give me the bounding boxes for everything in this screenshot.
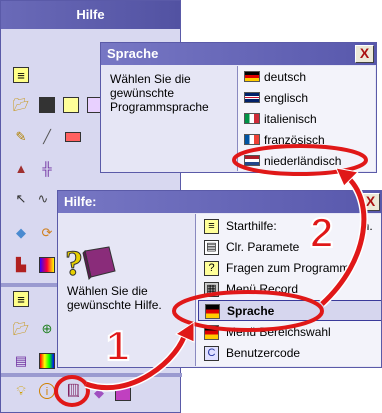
save-icon[interactable] [39,97,55,113]
menu-item-label: Sprache [227,304,275,318]
menu-item-label: Clr. Paramete [226,240,300,254]
menu-item-benutzercode[interactable]: C Benutzercode [198,343,381,364]
toolbar-title: Hilfe [1,1,180,29]
menu-item-starthilfe[interactable]: ≡ Starthilfe: in. [198,216,381,237]
chart-icon[interactable]: ▲ [13,161,29,177]
step-number-1: 1 [105,322,130,369]
hilfe-menu-list: ≡ Starthilfe: in. ▤ Clr. Paramete ? Frag… [195,214,381,366]
hilfe-prompt: Wählen Sie die gewünschte Hilfe. [67,284,162,312]
menu-item-label: Menü Record [226,282,299,296]
step-number-2: 2 [309,209,334,256]
language-item-deutsch[interactable]: deutsch [242,67,372,87]
stack-icon[interactable]: ▤ [13,353,29,369]
flag-de-icon [244,71,260,82]
flag-nl-icon [244,155,260,166]
menu-item-label: Fragen zum Programm [226,261,350,275]
spectrum-icon[interactable] [39,353,55,369]
bar-icon[interactable] [65,132,81,142]
language-label: französisch [264,133,325,147]
menu-item-label: Benutzercode [226,346,301,360]
target-icon[interactable]: ⊕ [39,321,55,337]
menu-item-menue-record[interactable]: ▦ Menü Record [198,279,381,300]
menu-item-label: Menü Bereichswahl [226,325,331,339]
square-icon[interactable] [115,385,131,401]
copy-icon[interactable] [63,97,79,113]
pencil-icon[interactable]: ✎ [13,129,29,145]
sprache-prompt: Wählen Sie die gewünschte Programmsprach… [110,72,209,114]
menu-item-suffix: in. [360,219,373,233]
wave-icon[interactable]: ∿ [35,191,51,207]
gradient-icon[interactable] [39,257,55,273]
flag-uk-icon [244,92,260,103]
close-button[interactable]: X [355,45,374,63]
language-label: italienisch [264,112,317,126]
menu-item-fragen[interactable]: ? Fragen zum Programm [198,258,381,279]
sprache-dialog: Sprache X Wählen Sie die gewünschte Prog… [100,42,377,173]
language-list: deutsch englisch italienisch französisch… [237,66,375,171]
code-icon: C [204,346,219,361]
split-icon[interactable]: ╬ [39,161,55,177]
flag-de-icon [205,304,220,319]
rotate-icon[interactable]: ⟳ [39,225,55,241]
sprache-prompt-panel: Wählen Sie die gewünschte Programmsprach… [102,66,235,171]
svg-text:?: ? [65,243,83,281]
sprache-title: Sprache [101,43,376,65]
language-item-niederlaendisch[interactable]: niederländisch [242,151,372,171]
help-book-icon: ? [65,243,116,281]
document-icon: ▤ [204,240,219,255]
cube-icon[interactable]: ◆ [13,225,29,241]
menu-item-sprache[interactable]: Sprache [198,300,381,321]
menu-item-label: Starthilfe: [226,219,277,233]
lightbulb-icon[interactable]: 💡︎ [13,383,29,399]
flag-it-icon [244,113,260,124]
surface-icon[interactable]: ▙ [13,257,29,273]
flag-fr-icon [244,134,260,145]
menu-item-clr-parameter[interactable]: ▤ Clr. Paramete [198,237,381,258]
list-icon[interactable]: ≡ [13,67,29,83]
list-icon[interactable]: ≡ [13,291,29,307]
ruler-icon[interactable]: ╱ [39,129,55,145]
language-item-englisch[interactable]: englisch [242,88,372,108]
list-icon: ≡ [204,219,219,234]
gem-icon[interactable]: ◆ [91,385,107,401]
menu-item-bereichswahl[interactable]: Menü Bereichswahl [198,322,381,343]
language-label: niederländisch [264,154,342,168]
language-item-franzoesisch[interactable]: französisch [242,130,372,150]
folder-open-icon[interactable]: 📂︎ [13,97,30,113]
help-book-icon[interactable]: 📕︎ [65,383,82,399]
cursor-123-icon[interactable]: ↖ [13,191,29,207]
folder-open-icon[interactable]: 📂︎ [13,321,30,337]
close-button[interactable]: X [361,193,380,211]
language-label: englisch [264,91,309,105]
info-icon[interactable]: i [39,383,55,399]
flag-icon [204,325,219,340]
grid-icon: ▦ [204,282,219,297]
language-label: deutsch [264,70,307,84]
language-item-italienisch[interactable]: italienisch [242,109,372,129]
toolbar-separator [1,373,182,377]
question-icon: ? [204,261,219,276]
